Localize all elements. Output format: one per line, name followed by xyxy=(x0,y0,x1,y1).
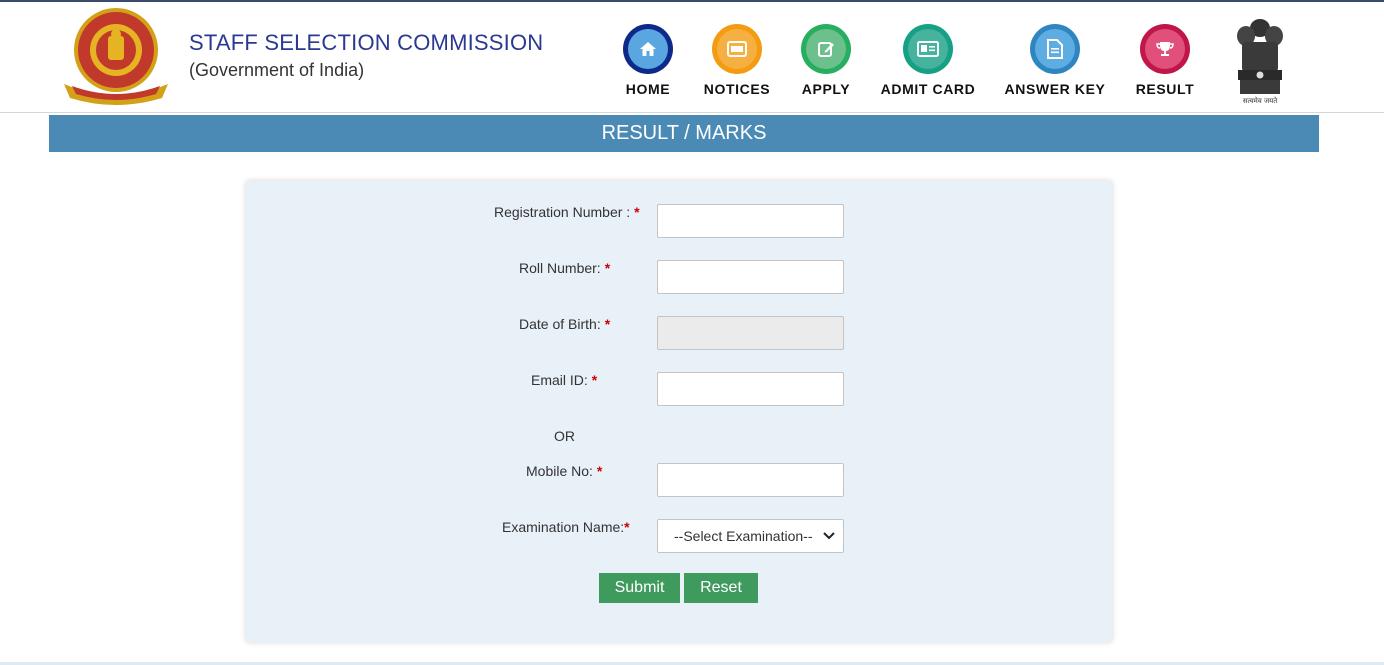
nav-notices-inner xyxy=(717,29,757,69)
nav-admit-card-circle xyxy=(903,24,953,74)
examination-select[interactable]: --Select Examination-- xyxy=(657,519,844,553)
submit-button[interactable]: Submit xyxy=(599,573,680,603)
date-of-birth-input[interactable] xyxy=(657,316,844,350)
nav-home[interactable]: HOME xyxy=(620,24,676,97)
required-mark: * xyxy=(604,260,611,276)
nav-answer-key-label: ANSWER KEY xyxy=(1004,81,1106,97)
registration-number-input[interactable] xyxy=(657,204,844,238)
nav-home-inner xyxy=(628,29,668,69)
nav-notices[interactable]: NOTICES xyxy=(701,24,773,97)
required-mark: * xyxy=(604,316,611,332)
required-mark: * xyxy=(591,372,598,388)
nav-answer-key[interactable]: ANSWER KEY xyxy=(1004,24,1106,97)
email-input[interactable] xyxy=(657,372,844,406)
dob-label: Date of Birth: * xyxy=(519,316,610,332)
nav-notices-label: NOTICES xyxy=(703,81,771,97)
exam-label: Examination Name:* xyxy=(502,519,630,535)
examination-select-value: --Select Examination-- xyxy=(674,528,813,544)
required-mark: * xyxy=(596,463,603,479)
reset-button[interactable]: Reset xyxy=(684,573,758,603)
org-title: STAFF SELECTION COMMISSION xyxy=(189,30,544,55)
nav-result[interactable]: RESULT xyxy=(1133,24,1197,97)
trophy-icon xyxy=(1156,42,1174,56)
nav-apply-inner xyxy=(806,29,846,69)
nav-answer-key-inner xyxy=(1035,29,1075,69)
emblem-caption: सत्यमेव जयते xyxy=(1243,96,1278,105)
org-subtitle: (Government of India) xyxy=(189,60,365,80)
nav-home-circle xyxy=(623,24,673,74)
nav-answer-key-circle xyxy=(1030,24,1080,74)
nav-result-label: RESULT xyxy=(1135,81,1195,97)
roll-number-input[interactable] xyxy=(657,260,844,294)
document-icon xyxy=(1047,39,1063,59)
roll-label-text: Roll Number: xyxy=(519,260,601,276)
mobile-label-text: Mobile No: xyxy=(526,463,593,479)
email-label: Email ID: * xyxy=(531,372,597,388)
mobile-input[interactable] xyxy=(657,463,844,497)
ssc-logo[interactable] xyxy=(58,6,174,106)
national-emblem: सत्यमेव जयते xyxy=(1237,19,1283,105)
dob-label-text: Date of Birth: xyxy=(519,316,601,332)
exam-label-text: Examination Name: xyxy=(502,519,625,535)
page-banner: RESULT / MARKS xyxy=(49,115,1319,152)
edit-icon xyxy=(818,42,834,57)
registration-label: Registration Number : * xyxy=(494,204,640,220)
nav-admit-card[interactable]: ADMIT CARD xyxy=(880,24,976,97)
nav-home-label: HOME xyxy=(625,81,671,97)
mobile-label: Mobile No: * xyxy=(526,463,602,479)
nav-notices-circle xyxy=(712,24,762,74)
nav-result-inner xyxy=(1145,29,1185,69)
nav-apply-circle xyxy=(801,24,851,74)
site-header: STAFF SELECTION COMMISSION (Government o… xyxy=(0,2,1384,113)
chevron-down-icon xyxy=(823,532,835,540)
nav-admit-card-label: ADMIT CARD xyxy=(880,81,976,97)
result-form: Registration Number : * Roll Number: * Dat… xyxy=(246,181,1112,642)
page-title: RESULT / MARKS xyxy=(601,122,767,144)
nav-apply-label: APPLY xyxy=(801,81,851,97)
required-mark: * xyxy=(624,519,630,535)
nav-result-circle xyxy=(1140,24,1190,74)
registration-label-text: Registration Number : xyxy=(494,204,631,220)
nav-apply[interactable]: APPLY xyxy=(798,24,854,97)
required-mark: * xyxy=(634,204,640,220)
roll-label: Roll Number: * xyxy=(519,260,610,276)
notice-icon xyxy=(727,41,747,57)
email-label-text: Email ID: xyxy=(531,372,588,388)
id-card-icon xyxy=(917,41,939,57)
home-icon xyxy=(640,42,656,56)
nav-admit-card-inner xyxy=(908,29,948,69)
or-separator: OR xyxy=(554,428,575,444)
